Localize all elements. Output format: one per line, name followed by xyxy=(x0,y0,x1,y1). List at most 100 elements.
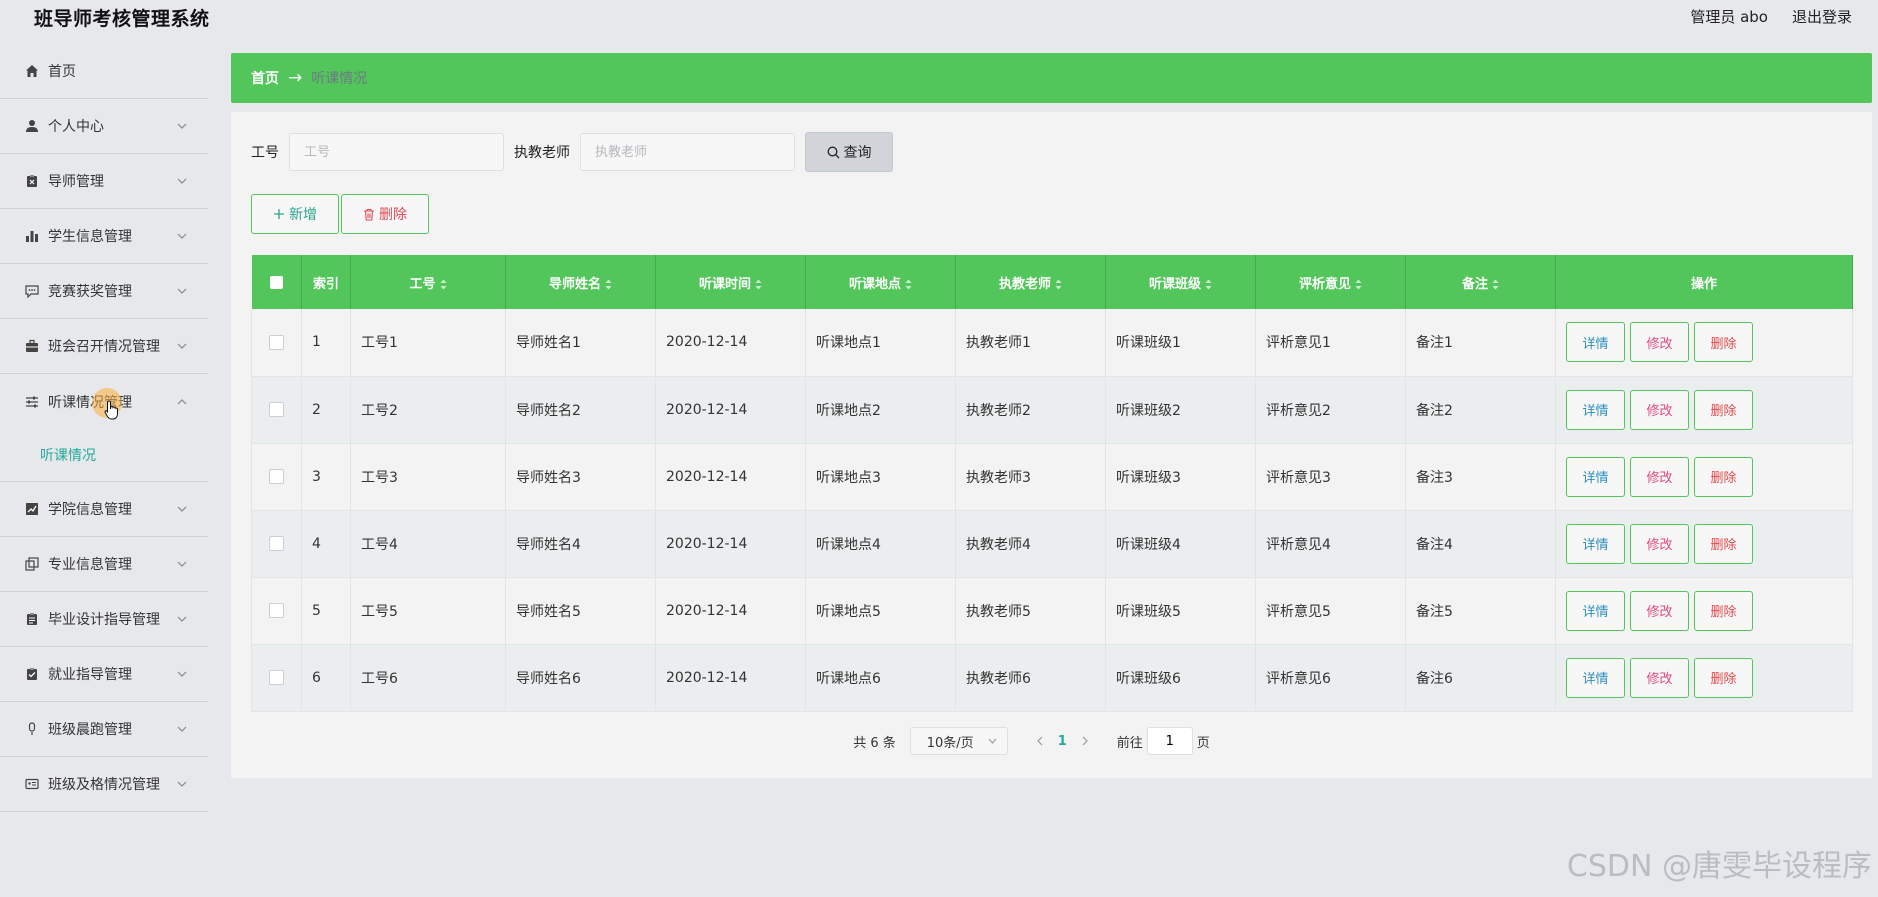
col-header-index: 索引 xyxy=(301,255,351,309)
detail-button[interactable]: 详情 xyxy=(1566,322,1625,363)
batch-delete-button[interactable]: 删除 xyxy=(341,194,429,234)
prev-page-button[interactable] xyxy=(1030,731,1050,751)
page-number-1[interactable]: 1 xyxy=(1058,734,1067,749)
detail-button[interactable]: 详情 xyxy=(1566,590,1625,631)
microphone-icon xyxy=(22,719,42,739)
sidebar-item-tutor-management[interactable]: 导师管理 xyxy=(0,154,208,209)
sidebar-item-label: 班级晨跑管理 xyxy=(48,722,132,738)
row-checkbox[interactable] xyxy=(269,334,284,350)
bar-chart-icon xyxy=(22,226,42,246)
page-size-select[interactable]: 10条/页 xyxy=(909,727,1008,755)
row-select-cell xyxy=(251,376,302,444)
delete-row-button[interactable]: 删除 xyxy=(1694,590,1753,631)
edit-button[interactable]: 修改 xyxy=(1630,389,1689,430)
edit-button[interactable]: 修改 xyxy=(1630,456,1689,497)
plus-icon xyxy=(274,209,284,219)
detail-button[interactable]: 详情 xyxy=(1566,456,1625,497)
cell-index: 3 xyxy=(301,443,351,511)
delete-row-button[interactable]: 删除 xyxy=(1694,456,1753,497)
cell-index: 4 xyxy=(301,510,351,578)
sort-icon xyxy=(605,279,612,289)
row-select-cell xyxy=(251,644,302,712)
sidebar-item-morning-run[interactable]: 班级晨跑管理 xyxy=(0,702,208,757)
table-row: 2 工号2 导师姓名2 2020-12-14 听课地点2 执教老师2 听课班级2 评析意见2 备… xyxy=(251,376,1853,444)
breadcrumb-current: 听课情况 xyxy=(311,71,368,87)
delete-row-button[interactable]: 删除 xyxy=(1694,389,1753,430)
sidebar-item-label: 就业指导管理 xyxy=(48,667,132,683)
col-header-tutor-name[interactable]: 导师姓名 xyxy=(505,255,656,309)
breadcrumb-home[interactable]: 首页 xyxy=(251,68,279,88)
cell-teacher: 执教老师6 xyxy=(955,644,1106,712)
row-checkbox[interactable] xyxy=(269,670,284,685)
job-number-label: 工号 xyxy=(251,145,279,161)
search-form: 工号 执教老师 查询 xyxy=(251,132,893,172)
cell-comments: 评析意见5 xyxy=(1255,577,1406,645)
col-header-lecture-class[interactable]: 听课班级 xyxy=(1105,255,1256,309)
row-checkbox[interactable] xyxy=(269,536,284,551)
sidebar-item-pass-rate[interactable]: 班级及格情况管理 xyxy=(0,757,208,812)
cell-lecture-time: 2020-12-14 xyxy=(655,443,806,511)
cell-operations: 详情 修改 删除 xyxy=(1555,443,1853,511)
sort-icon xyxy=(440,279,446,289)
cell-remarks: 备注2 xyxy=(1405,376,1556,444)
row-checkbox[interactable] xyxy=(269,402,284,417)
job-number-input[interactable] xyxy=(289,133,504,171)
user-area: 管理员 abo 退出登录 xyxy=(1690,6,1852,27)
edit-button[interactable]: 修改 xyxy=(1630,322,1689,363)
delete-row-button[interactable]: 删除 xyxy=(1694,657,1753,698)
cell-comments: 评析意见3 xyxy=(1255,443,1406,511)
row-checkbox[interactable] xyxy=(269,603,284,618)
edit-button[interactable]: 修改 xyxy=(1630,590,1689,631)
sidebar-item-employment-guidance[interactable]: 就业指导管理 xyxy=(0,647,208,702)
delete-row-button[interactable]: 删除 xyxy=(1694,322,1753,363)
detail-button[interactable]: 详情 xyxy=(1566,657,1625,698)
cell-remarks: 备注5 xyxy=(1405,577,1556,645)
edit-button[interactable]: 修改 xyxy=(1630,523,1689,564)
cell-lecture-time: 2020-12-14 xyxy=(655,577,806,645)
next-page-button[interactable] xyxy=(1075,731,1095,751)
top-header: 班导师考核管理系统 管理员 abo 退出登录 xyxy=(0,0,1878,36)
sidebar-item-graduation-design[interactable]: 毕业设计指导管理 xyxy=(0,592,208,647)
add-button[interactable]: 新增 xyxy=(251,194,339,234)
cell-operations: 详情 修改 删除 xyxy=(1555,510,1853,578)
sidebar-item-lecture-observation[interactable]: 听课情况管理 xyxy=(0,374,208,429)
goto-page-input[interactable] xyxy=(1146,727,1193,755)
col-header-comments[interactable]: 评析意见 xyxy=(1255,255,1406,309)
cell-lecture-time: 2020-12-14 xyxy=(655,309,806,377)
sidebar-item-college-info[interactable]: 学院信息管理 xyxy=(0,482,208,537)
sidebar-item-home[interactable]: 首页 xyxy=(0,44,208,99)
sidebar-item-major-info[interactable]: 专业信息管理 xyxy=(0,537,208,592)
cell-operations: 详情 修改 删除 xyxy=(1555,376,1853,444)
row-select-cell xyxy=(251,443,302,511)
table-body: 1 工号1 导师姓名1 2020-12-14 听课地点1 执教老师1 听课班级1 评析意见1 备… xyxy=(251,309,1853,712)
delete-row-button[interactable]: 删除 xyxy=(1694,523,1753,564)
sidebar-item-personal-center[interactable]: 个人中心 xyxy=(0,99,208,154)
check-clipboard-icon xyxy=(22,664,42,684)
cell-lecture-location: 听课地点6 xyxy=(805,644,956,712)
col-header-remarks[interactable]: 备注 xyxy=(1405,255,1556,309)
cell-lecture-time: 2020-12-14 xyxy=(655,644,806,712)
col-header-lecture-location[interactable]: 听课地点 xyxy=(805,255,956,309)
col-header-job-number[interactable]: 工号 xyxy=(350,255,506,309)
sidebar-item-competition-awards[interactable]: 竞赛获奖管理 xyxy=(0,264,208,319)
sidebar-subitem-lecture-observation[interactable]: 听课情况 xyxy=(0,429,208,482)
edit-button[interactable]: 修改 xyxy=(1630,657,1689,698)
sidebar-item-label: 专业信息管理 xyxy=(48,557,132,573)
detail-button[interactable]: 详情 xyxy=(1566,523,1625,564)
sidebar-item-class-meeting[interactable]: 班会召开情况管理 xyxy=(0,319,208,374)
cell-lecture-location: 听课地点4 xyxy=(805,510,956,578)
sidebar-item-student-info[interactable]: 学生信息管理 xyxy=(0,209,208,264)
query-button[interactable]: 查询 xyxy=(805,132,893,172)
cell-operations: 详情 修改 删除 xyxy=(1555,644,1853,712)
clipboard-icon xyxy=(22,609,42,629)
col-header-lecture-time[interactable]: 听课时间 xyxy=(655,255,806,309)
col-header-teacher[interactable]: 执教老师 xyxy=(955,255,1106,309)
select-all-checkbox[interactable] xyxy=(269,275,283,289)
logout-link[interactable]: 退出登录 xyxy=(1792,6,1852,27)
chevron-down-icon xyxy=(176,723,188,735)
row-checkbox[interactable] xyxy=(269,469,284,484)
app-title: 班导师考核管理系统 xyxy=(34,8,210,30)
cell-remarks: 备注3 xyxy=(1405,443,1556,511)
teacher-input[interactable] xyxy=(580,133,795,171)
detail-button[interactable]: 详情 xyxy=(1566,389,1625,430)
